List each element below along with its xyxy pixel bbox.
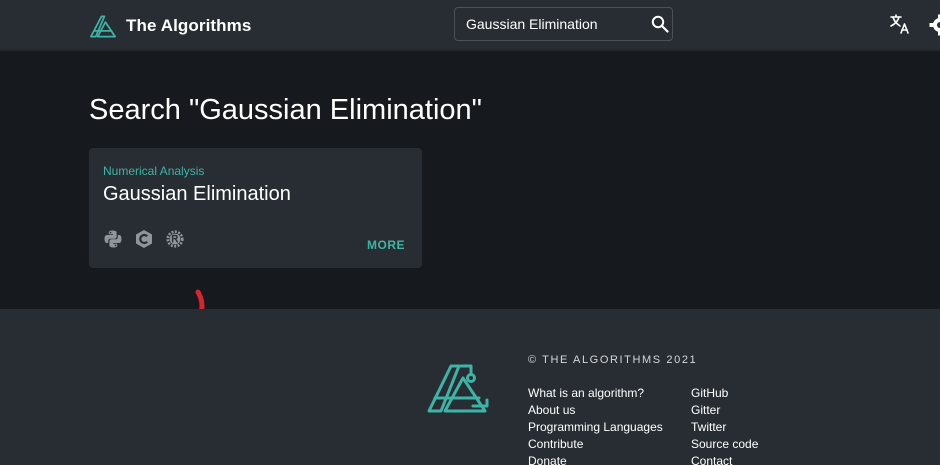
footer-link-gitter[interactable]: Gitter	[691, 403, 720, 417]
page-title: Search "Gaussian Elimination"	[89, 94, 482, 126]
footer-links-column-1: What is an algorithm? About us Programmi…	[528, 384, 663, 465]
footer-link-contribute[interactable]: Contribute	[528, 437, 583, 451]
brand-home-link[interactable]: The Algorithms	[89, 11, 251, 41]
card-category: Numerical Analysis	[103, 164, 205, 178]
algorithm-result-card[interactable]: Numerical Analysis Gaussian Elimination …	[89, 148, 422, 268]
search-button[interactable]	[647, 8, 672, 40]
logo-icon	[90, 15, 116, 38]
search-input[interactable]	[455, 8, 647, 40]
footer-link-source-code[interactable]: Source code	[691, 437, 758, 451]
copyright-text: © THE ALGORITHMS 2021	[528, 354, 698, 366]
top-navbar: The Algorithms	[0, 0, 940, 51]
footer-logo-icon	[427, 364, 489, 413]
footer-link-programming-languages[interactable]: Programming Languages	[528, 420, 663, 434]
footer-link-contact[interactable]: Contact	[691, 454, 732, 465]
brand-title: The Algorithms	[126, 16, 252, 35]
rust-icon[interactable]	[165, 229, 185, 249]
search-results-section: Search "Gaussian Elimination" Numerical …	[0, 52, 940, 345]
footer-link-what-is-an-algorithm[interactable]: What is an algorithm?	[528, 386, 644, 400]
language-icons	[103, 229, 185, 249]
more-button[interactable]: MORE	[367, 238, 405, 252]
search-box	[454, 7, 673, 41]
footer-link-github[interactable]: GitHub	[691, 386, 728, 400]
footer-links-column-2: GitHub Gitter Twitter Source code Contac…	[691, 384, 758, 465]
translate-icon[interactable]	[889, 13, 911, 35]
c-language-icon[interactable]	[134, 229, 154, 249]
site-footer: © THE ALGORITHMS 2021 What is an algorit…	[0, 309, 940, 465]
search-icon	[651, 15, 669, 33]
python-icon[interactable]	[103, 229, 123, 249]
settings-gear-icon[interactable]	[928, 13, 940, 37]
footer-link-donate[interactable]: Donate	[528, 454, 567, 465]
card-title[interactable]: Gaussian Elimination	[103, 183, 291, 206]
footer-link-about-us[interactable]: About us	[528, 403, 575, 417]
footer-link-twitter[interactable]: Twitter	[691, 420, 726, 434]
